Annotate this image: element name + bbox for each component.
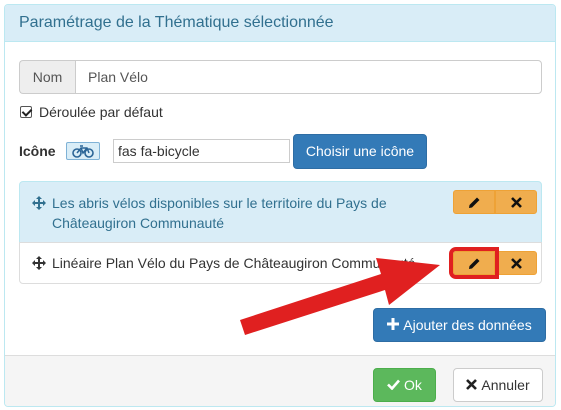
layer-label: Linéaire Plan Vélo du Pays de Châteaugir… <box>52 255 416 271</box>
ok-label: Ok <box>404 377 422 393</box>
bicycle-icon <box>66 142 100 160</box>
edit-layer-button[interactable] <box>453 190 495 214</box>
list-item-content: Les abris vélos disponibles sur le terri… <box>32 193 452 233</box>
check-icon <box>387 377 401 393</box>
icon-class-input[interactable]: fas fa-bicycle <box>113 139 290 163</box>
thematic-settings-panel: Paramétrage de la Thématique sélectionné… <box>4 4 556 407</box>
dialog-footer: Ok Annuler <box>5 355 555 406</box>
pencil-icon <box>468 197 479 208</box>
default-open-row[interactable]: Déroulée par défaut <box>20 103 163 121</box>
panel-title: Paramétrage de la Thématique sélectionné… <box>5 5 555 42</box>
add-data-label: Ajouter des données <box>403 317 532 333</box>
name-input-group: Nom Plan Vélo <box>19 60 542 94</box>
cancel-button[interactable]: Annuler <box>453 368 543 402</box>
cancel-label: Annuler <box>481 377 530 393</box>
move-icon[interactable] <box>32 256 46 270</box>
icon-label: Icône <box>19 143 56 159</box>
plus-icon <box>387 317 400 333</box>
choose-icon-button[interactable]: Choisir une icône <box>293 134 427 169</box>
add-data-button[interactable]: Ajouter des données <box>373 308 546 342</box>
default-open-label: Déroulée par défaut <box>39 104 163 120</box>
layer-list: Les abris vélos disponibles sur le terri… <box>19 181 542 284</box>
delete-layer-button[interactable] <box>495 251 537 275</box>
layer-actions <box>449 247 537 279</box>
edit-layer-button[interactable] <box>449 247 499 279</box>
times-icon <box>510 257 522 269</box>
times-icon <box>510 196 522 208</box>
list-item[interactable]: Les abris vélos disponibles sur le terri… <box>19 181 542 243</box>
icon-row: Icône fas fa-bicycle Choisir une icône <box>19 133 539 169</box>
list-item-content: Linéaire Plan Vélo du Pays de Châteaugir… <box>32 253 462 273</box>
layer-label: Les abris vélos disponibles sur le terri… <box>52 195 387 231</box>
name-input[interactable]: Plan Vélo <box>75 60 542 94</box>
close-icon <box>466 377 478 393</box>
move-icon[interactable] <box>32 196 46 210</box>
default-open-checkbox[interactable] <box>20 106 32 118</box>
pencil-icon <box>468 258 479 269</box>
delete-layer-button[interactable] <box>495 190 537 214</box>
name-label: Nom <box>19 60 75 94</box>
list-item[interactable]: Linéaire Plan Vélo du Pays de Châteaugir… <box>19 242 542 284</box>
layer-actions <box>453 190 537 214</box>
ok-button[interactable]: Ok <box>373 368 436 402</box>
